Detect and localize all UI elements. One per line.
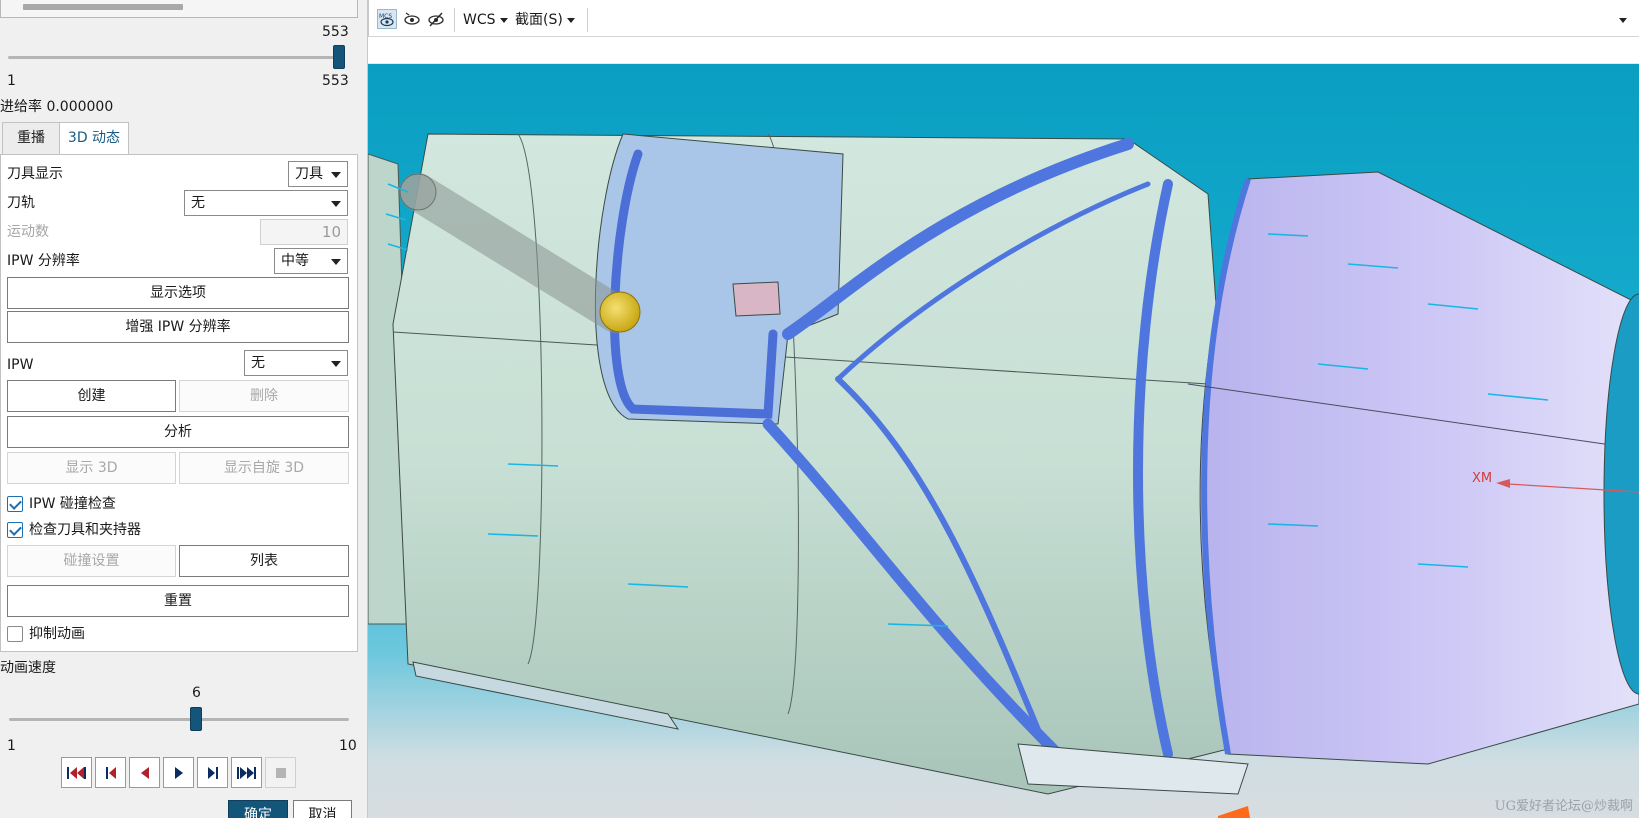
show-rotated-3d-button: 显示自旋 3D	[179, 452, 349, 484]
chevron-down-icon	[499, 17, 508, 23]
step-forward-icon	[207, 766, 218, 779]
tab-replay[interactable]: 重播	[2, 122, 60, 154]
ipw-label: IPW	[7, 357, 34, 373]
skip-to-end-icon	[236, 766, 256, 779]
go-to-end-button[interactable]	[231, 757, 262, 788]
list-button[interactable]: 列表	[179, 545, 349, 577]
go-to-start-button[interactable]	[61, 757, 92, 788]
section-label: 截面(S)	[515, 12, 563, 28]
wcs-label: WCS	[463, 12, 496, 28]
play-reverse-button[interactable]	[129, 757, 160, 788]
stop-button	[265, 757, 296, 788]
animation-speed-min: 1	[7, 738, 16, 754]
skip-to-start-icon	[66, 766, 86, 779]
machined-part-model: XM	[368, 133, 1639, 818]
stop-icon	[275, 767, 286, 778]
tool-path-value: 无	[191, 195, 205, 211]
suppress-animation-checkbox[interactable]	[7, 626, 23, 642]
tool-display-value: 刀具	[295, 166, 323, 182]
step-forward-button[interactable]	[197, 757, 228, 788]
motion-slider-track[interactable]	[8, 56, 344, 59]
tool-path-label: 刀轨	[7, 195, 35, 211]
display-options-button[interactable]: 显示选项	[7, 277, 349, 309]
tool-display-label: 刀具显示	[7, 166, 63, 182]
top-scrollbar[interactable]	[0, 0, 358, 18]
wcs-dropdown[interactable]: WCS	[463, 9, 508, 31]
enhance-ipw-resolution-button[interactable]: 增强 IPW 分辨率	[7, 311, 349, 343]
motion-slider-thumb[interactable]	[333, 45, 345, 69]
feed-rate-text: 进给率 0.000000	[0, 99, 114, 115]
play-reverse-icon	[140, 766, 149, 779]
check-tool-holder-label: 检查刀具和夹持器	[29, 522, 141, 538]
ipw-collision-check-checkbox[interactable]	[7, 496, 23, 512]
scroll-thumb[interactable]	[23, 4, 183, 10]
animation-speed-value: 6	[192, 685, 201, 701]
collision-settings-button: 碰撞设置	[7, 545, 176, 577]
ipw-resolution-select[interactable]: 中等	[274, 248, 348, 274]
suppress-animation-label: 抑制动画	[29, 626, 85, 642]
watermark-text: UG爱好者论坛@炒裁啊	[1494, 799, 1633, 814]
play-icon	[174, 766, 183, 779]
step-back-button[interactable]	[95, 757, 126, 788]
delete-button: 删除	[179, 380, 349, 412]
tab-3d-dynamic[interactable]: 3D 动态	[59, 122, 129, 155]
chevron-down-icon	[331, 361, 341, 367]
show-3d-button: 显示 3D	[7, 452, 176, 484]
animation-speed-thumb[interactable]	[190, 707, 202, 731]
toolbar-overflow[interactable]	[1615, 9, 1627, 31]
view-toolbar: MCS WCS 截面(S)	[368, 0, 1639, 37]
eye-slash-icon[interactable]	[426, 9, 446, 29]
animation-speed-label: 动画速度	[0, 660, 56, 676]
tool-path-select[interactable]: 无	[184, 190, 348, 216]
chevron-down-icon	[331, 259, 341, 265]
viewport-header-strip	[368, 38, 1639, 64]
ipw-resolution-value: 中等	[281, 253, 309, 269]
ok-button[interactable]: 确定	[228, 800, 288, 818]
slider-min-label: 1	[7, 73, 16, 89]
tool-display-select[interactable]: 刀具	[288, 161, 348, 187]
animation-speed-max: 10	[339, 738, 357, 754]
ipw-resolution-label: IPW 分辨率	[7, 253, 80, 269]
chevron-down-icon	[566, 17, 575, 23]
toolbar-separator	[454, 8, 455, 32]
mcs-eye-icon[interactable]: MCS	[377, 9, 397, 29]
motion-count-label: 运动数	[7, 224, 49, 240]
animation-speed-track[interactable]	[9, 718, 349, 721]
chevron-down-icon	[1619, 17, 1627, 23]
ipw-select[interactable]: 无	[244, 350, 348, 376]
eye-icon[interactable]	[402, 9, 422, 29]
step-back-icon	[105, 766, 116, 779]
slider-max-label: 553	[322, 73, 349, 89]
ipw-collision-check-label: IPW 碰撞检查	[29, 496, 116, 512]
graphics-viewport[interactable]: XM UG爱好者论坛@炒裁啊	[368, 64, 1639, 818]
slider-value-label: 553	[322, 24, 349, 40]
chevron-down-icon	[331, 172, 341, 178]
ipw-value: 无	[251, 355, 265, 371]
analyze-button[interactable]: 分析	[7, 416, 349, 448]
check-tool-holder-checkbox[interactable]	[7, 522, 23, 538]
simulation-dialog: 553 1 553 进给率 0.000000 重播 3D 动态 刀具显示 刀具 …	[0, 0, 368, 818]
xm-axis-label: XM	[1472, 471, 1492, 486]
toolbar-separator	[587, 8, 588, 32]
create-button[interactable]: 创建	[7, 380, 176, 412]
motion-count-field: 10	[260, 219, 348, 245]
chevron-down-icon	[331, 201, 341, 207]
reset-button[interactable]: 重置	[7, 585, 349, 617]
cancel-button[interactable]: 取消	[293, 800, 352, 818]
section-dropdown[interactable]: 截面(S)	[515, 9, 575, 31]
play-forward-button[interactable]	[163, 757, 194, 788]
